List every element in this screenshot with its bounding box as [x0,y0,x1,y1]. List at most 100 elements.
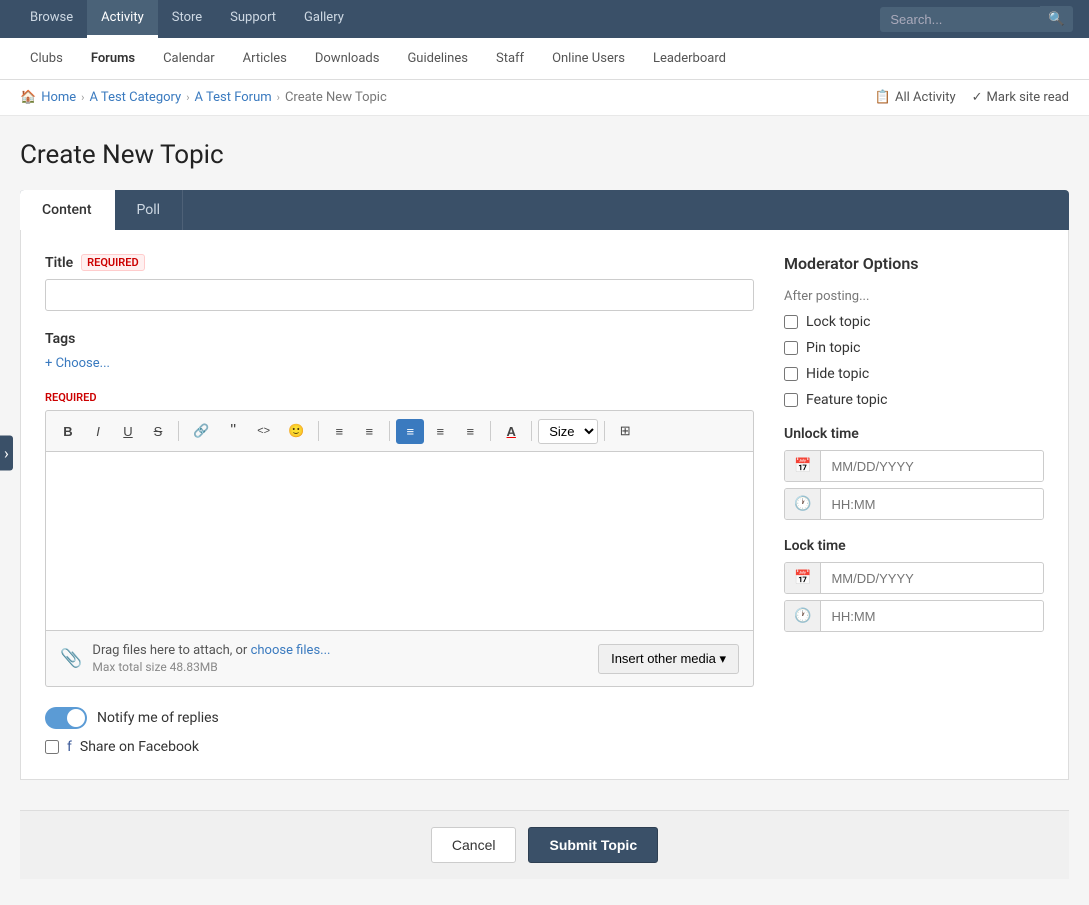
text-color-button[interactable]: A [497,419,525,444]
hide-topic-label: Hide topic [806,366,869,382]
calendar-icon-unlock: 📅 [785,451,821,481]
unlock-time-group: Unlock time 📅 🕐 [784,426,1044,520]
strikethrough-button[interactable]: S [144,419,172,444]
breadcrumb-category[interactable]: A Test Category [89,90,181,105]
underline-button[interactable]: U [114,419,142,444]
slide-handle[interactable]: › [0,435,13,470]
sec-nav-calendar[interactable]: Calendar [149,38,229,80]
lock-topic-row: Lock topic [784,314,1044,330]
home-icon: 🏠 [20,90,36,105]
unlock-date-input[interactable] [821,452,1043,481]
align-left-button[interactable]: ≡ [396,419,424,444]
lock-time-wrap: 🕐 [784,600,1044,632]
lock-date-input[interactable] [821,564,1043,593]
search-button[interactable]: 🔍 [1040,6,1073,32]
sec-nav-forums[interactable]: Forums [77,38,149,80]
clock-icon-unlock: 🕐 [785,489,821,519]
tabs: Content Poll [20,190,1069,230]
clock-icon-lock: 🕐 [785,601,821,631]
pin-topic-checkbox[interactable] [784,341,798,355]
breadcrumb-sep-2: › [186,91,189,104]
sec-nav-staff[interactable]: Staff [482,38,538,80]
mod-options-title: Moderator Options [784,254,1044,273]
sec-nav-clubs[interactable]: Clubs [16,38,77,80]
mark-site-read-link[interactable]: ✓ Mark site read [972,90,1069,105]
editor-toolbar: B I U S 🔗 " <> 🙂 ≡ ≡ ≡ ≡ [45,410,754,451]
unordered-list-button[interactable]: ≡ [325,419,353,444]
notify-label: Notify me of replies [97,710,219,726]
link-button[interactable]: 🔗 [185,418,217,444]
bold-button[interactable]: B [54,419,82,444]
nav-item-gallery[interactable]: Gallery [290,0,358,38]
tags-section: Tags + Choose... [45,331,754,371]
sec-nav-downloads[interactable]: Downloads [301,38,394,80]
toolbar-sep-5 [531,421,532,441]
sec-nav-articles[interactable]: Articles [229,38,301,80]
breadcrumb-home[interactable]: Home [41,90,76,105]
form-panel: Title REQUIRED Tags + Choose... REQUIRED… [20,230,1069,780]
sec-nav-guidelines[interactable]: Guidelines [393,38,482,80]
tab-content[interactable]: Content [20,190,115,230]
code-button[interactable]: <> [249,420,278,442]
choose-files-link[interactable]: choose files... [251,643,331,658]
source-button[interactable]: ⊞ [611,418,639,444]
secondary-nav: Clubs Forums Calendar Articles Downloads… [0,38,1089,80]
breadcrumb-bar: 🏠 Home › A Test Category › A Test Forum … [0,80,1089,116]
quote-button[interactable]: " [219,417,247,445]
sec-nav-online-users[interactable]: Online Users [538,38,639,80]
page-footer: Cancel Submit Topic [20,810,1069,879]
search-input[interactable] [880,7,1040,32]
unlock-time-label: Unlock time [784,426,1044,442]
nav-item-browse[interactable]: Browse [16,0,87,38]
nav-item-support[interactable]: Support [216,0,290,38]
title-label: Title REQUIRED [45,254,754,271]
nav-item-store[interactable]: Store [158,0,216,38]
tab-poll[interactable]: Poll [115,190,184,230]
toolbar-sep-1 [178,421,179,441]
facebook-icon: f [67,739,72,755]
unlock-time-wrap: 🕐 [784,488,1044,520]
all-activity-link[interactable]: 📋 All Activity [875,90,956,105]
ordered-list-button[interactable]: ≡ [355,419,383,444]
form-left: Title REQUIRED Tags + Choose... REQUIRED… [45,254,754,755]
breadcrumb-sep-1: › [81,91,84,104]
lock-time-input[interactable] [821,602,1043,631]
submit-button[interactable]: Submit Topic [528,827,658,863]
add-tag-button[interactable]: + Choose... [45,356,110,371]
pin-topic-label: Pin topic [806,340,860,356]
feature-topic-checkbox[interactable] [784,393,798,407]
align-right-button[interactable]: ≡ [456,419,484,444]
editor-body[interactable] [45,451,754,631]
toggle-knob [67,709,85,727]
emoji-button[interactable]: 🙂 [280,418,312,444]
notify-toggle[interactable] [45,707,87,729]
top-nav: Browse Activity Store Support Gallery 🔍 [0,0,1089,38]
pin-topic-row: Pin topic [784,340,1044,356]
breadcrumb-forum[interactable]: A Test Forum [195,90,272,105]
breadcrumb: 🏠 Home › A Test Category › A Test Forum … [20,90,387,105]
lock-topic-label: Lock topic [806,314,870,330]
facebook-checkbox[interactable] [45,740,59,754]
cancel-button[interactable]: Cancel [431,827,517,863]
paperclip-icon: 📎 [60,648,82,669]
italic-button[interactable]: I [84,419,112,444]
facebook-label: Share on Facebook [80,739,199,755]
align-center-button[interactable]: ≡ [426,419,454,444]
insert-media-button[interactable]: Insert other media ▾ [598,644,739,674]
size-select[interactable]: Size [538,419,598,444]
sec-nav-leaderboard[interactable]: Leaderboard [639,38,740,80]
hide-topic-checkbox[interactable] [784,367,798,381]
breadcrumb-actions: 📋 All Activity ✓ Mark site read [875,90,1069,105]
search-box: 🔍 [880,6,1073,32]
lock-topic-checkbox[interactable] [784,315,798,329]
unlock-time-input[interactable] [821,490,1043,519]
title-input[interactable] [45,279,754,311]
calendar-icon-lock: 📅 [785,563,821,593]
title-field-group: Title REQUIRED [45,254,754,311]
feature-topic-label: Feature topic [806,392,887,408]
feature-topic-row: Feature topic [784,392,1044,408]
unlock-date-wrap: 📅 [784,450,1044,482]
lock-time-group: Lock time 📅 🕐 [784,538,1044,632]
nav-item-activity[interactable]: Activity [87,0,158,38]
lock-time-label: Lock time [784,538,1044,554]
